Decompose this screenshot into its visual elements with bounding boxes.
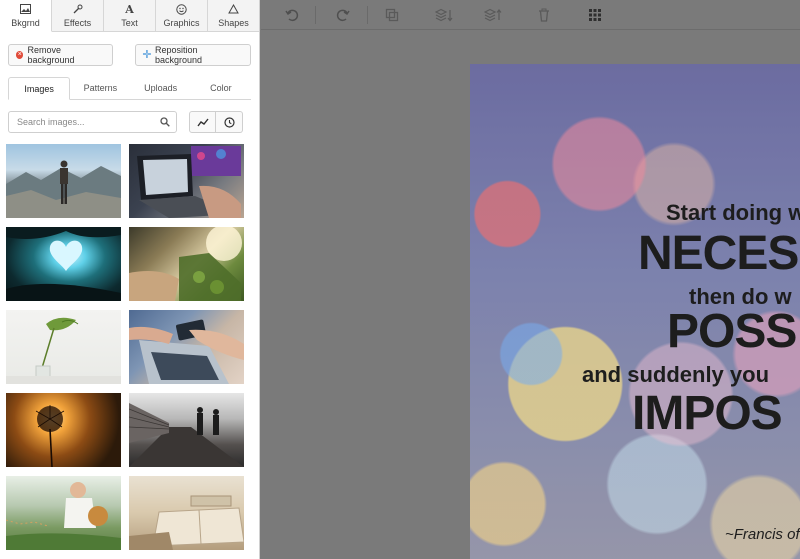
app-window: Bkgrnd Effects A Text Graphics Shapes × … bbox=[0, 0, 800, 559]
subtab-label: Uploads bbox=[144, 83, 178, 93]
image-thumbnail[interactable] bbox=[129, 144, 244, 218]
subtab-patterns[interactable]: Patterns bbox=[70, 77, 130, 99]
background-actions: × Remove background ✛ Reposition backgro… bbox=[0, 32, 259, 66]
search-input[interactable] bbox=[8, 111, 177, 133]
tab-label: Graphics bbox=[163, 17, 200, 28]
search-icon[interactable] bbox=[160, 117, 170, 127]
tab-bkgrnd[interactable]: Bkgrnd bbox=[0, 0, 52, 32]
thumbnail-art bbox=[6, 227, 121, 301]
reposition-background-button[interactable]: ✛ Reposition background bbox=[135, 44, 251, 66]
thumbnail-art bbox=[129, 319, 244, 384]
subtab-label: Images bbox=[24, 83, 54, 94]
text-icon: A bbox=[125, 2, 134, 16]
duplicate-button[interactable] bbox=[382, 5, 402, 25]
redo-icon bbox=[336, 9, 350, 22]
bring-forward-button[interactable] bbox=[481, 5, 505, 25]
image-thumbnail[interactable] bbox=[6, 227, 121, 301]
send-backward-button[interactable] bbox=[432, 5, 456, 25]
trash-icon bbox=[539, 8, 549, 22]
remove-icon: × bbox=[16, 51, 24, 59]
undo-button[interactable] bbox=[282, 5, 302, 25]
triangle-icon bbox=[228, 3, 239, 16]
left-panel: Bkgrnd Effects A Text Graphics Shapes × … bbox=[0, 0, 260, 559]
quote-line: Start doing w bbox=[666, 200, 800, 225]
sort-recent-button[interactable] bbox=[216, 111, 243, 133]
search-box bbox=[8, 111, 177, 133]
redo-button[interactable] bbox=[333, 5, 353, 25]
tab-shapes[interactable]: Shapes bbox=[208, 0, 259, 31]
panel-tabs: Bkgrnd Effects A Text Graphics Shapes bbox=[0, 0, 259, 32]
thumbnail-art bbox=[6, 482, 121, 550]
subtab-label: Patterns bbox=[83, 83, 118, 93]
tab-graphics[interactable]: Graphics bbox=[156, 0, 208, 31]
image-thumbnail[interactable] bbox=[6, 144, 121, 218]
toolbar-divider bbox=[315, 6, 316, 24]
thumbnail-art bbox=[35, 405, 65, 467]
editor-toolbar bbox=[261, 0, 800, 30]
tab-effects[interactable]: Effects bbox=[52, 0, 104, 31]
grid-button[interactable] bbox=[585, 5, 605, 25]
image-thumbnail[interactable] bbox=[6, 393, 121, 467]
design-canvas[interactable]: Start doing w NECES then do w POSS and s… bbox=[470, 64, 800, 559]
thumbnail-art bbox=[129, 495, 244, 550]
remove-background-button[interactable]: × Remove background bbox=[8, 44, 113, 66]
quote-text[interactable]: Start doing w NECES then do w POSS and s… bbox=[470, 64, 800, 559]
subtab-color[interactable]: Color bbox=[191, 77, 251, 99]
image-thumbnail[interactable] bbox=[129, 476, 244, 550]
remove-background-label: Remove background bbox=[27, 45, 75, 65]
thumbnail-art bbox=[6, 160, 121, 218]
image-thumbnail[interactable] bbox=[6, 476, 121, 550]
image-thumbnail[interactable] bbox=[129, 393, 244, 467]
tab-text[interactable]: A Text bbox=[104, 0, 156, 31]
search-row bbox=[8, 110, 251, 134]
thumbnail-art bbox=[137, 146, 241, 218]
smiley-icon bbox=[176, 3, 187, 16]
image-thumbnail[interactable] bbox=[129, 310, 244, 384]
delete-button[interactable] bbox=[534, 5, 554, 25]
quote-line: POSS bbox=[667, 305, 797, 358]
wand-icon bbox=[72, 4, 83, 16]
image-thumbnail[interactable] bbox=[6, 310, 121, 384]
grid-icon bbox=[589, 9, 601, 21]
subtab-label: Color bbox=[210, 83, 232, 93]
tab-label: Text bbox=[121, 17, 138, 28]
tab-label: Bkgrnd bbox=[11, 17, 40, 28]
layer-down-icon bbox=[435, 8, 453, 22]
move-icon: ✛ bbox=[142, 49, 152, 61]
thumbnail-art bbox=[6, 317, 121, 384]
quote-line: NECES bbox=[638, 227, 799, 280]
quote-line: and suddenly you bbox=[582, 362, 770, 387]
sort-trending-button[interactable] bbox=[189, 111, 216, 133]
trending-icon bbox=[196, 118, 209, 126]
layer-up-icon bbox=[484, 8, 502, 22]
undo-icon bbox=[285, 9, 299, 22]
thumbnail-art bbox=[129, 227, 242, 301]
tab-label: Shapes bbox=[218, 17, 249, 28]
clock-icon bbox=[223, 116, 235, 128]
image-thumbnail[interactable] bbox=[129, 227, 244, 301]
toolbar-divider bbox=[367, 6, 368, 24]
tab-label: Effects bbox=[63, 17, 92, 28]
subtab-images[interactable]: Images bbox=[8, 77, 71, 100]
reposition-background-label: Reposition background bbox=[155, 45, 203, 65]
quote-attribution: ~Francis of bbox=[725, 526, 800, 543]
subtab-uploads[interactable]: Uploads bbox=[131, 77, 191, 99]
quote-line: IMPOS bbox=[632, 387, 783, 440]
image-icon bbox=[20, 3, 31, 16]
duplicate-icon bbox=[385, 8, 399, 22]
thumbnail-art bbox=[129, 403, 244, 467]
sort-buttons bbox=[189, 111, 243, 133]
background-subtabs: Images Patterns Uploads Color bbox=[8, 77, 251, 100]
